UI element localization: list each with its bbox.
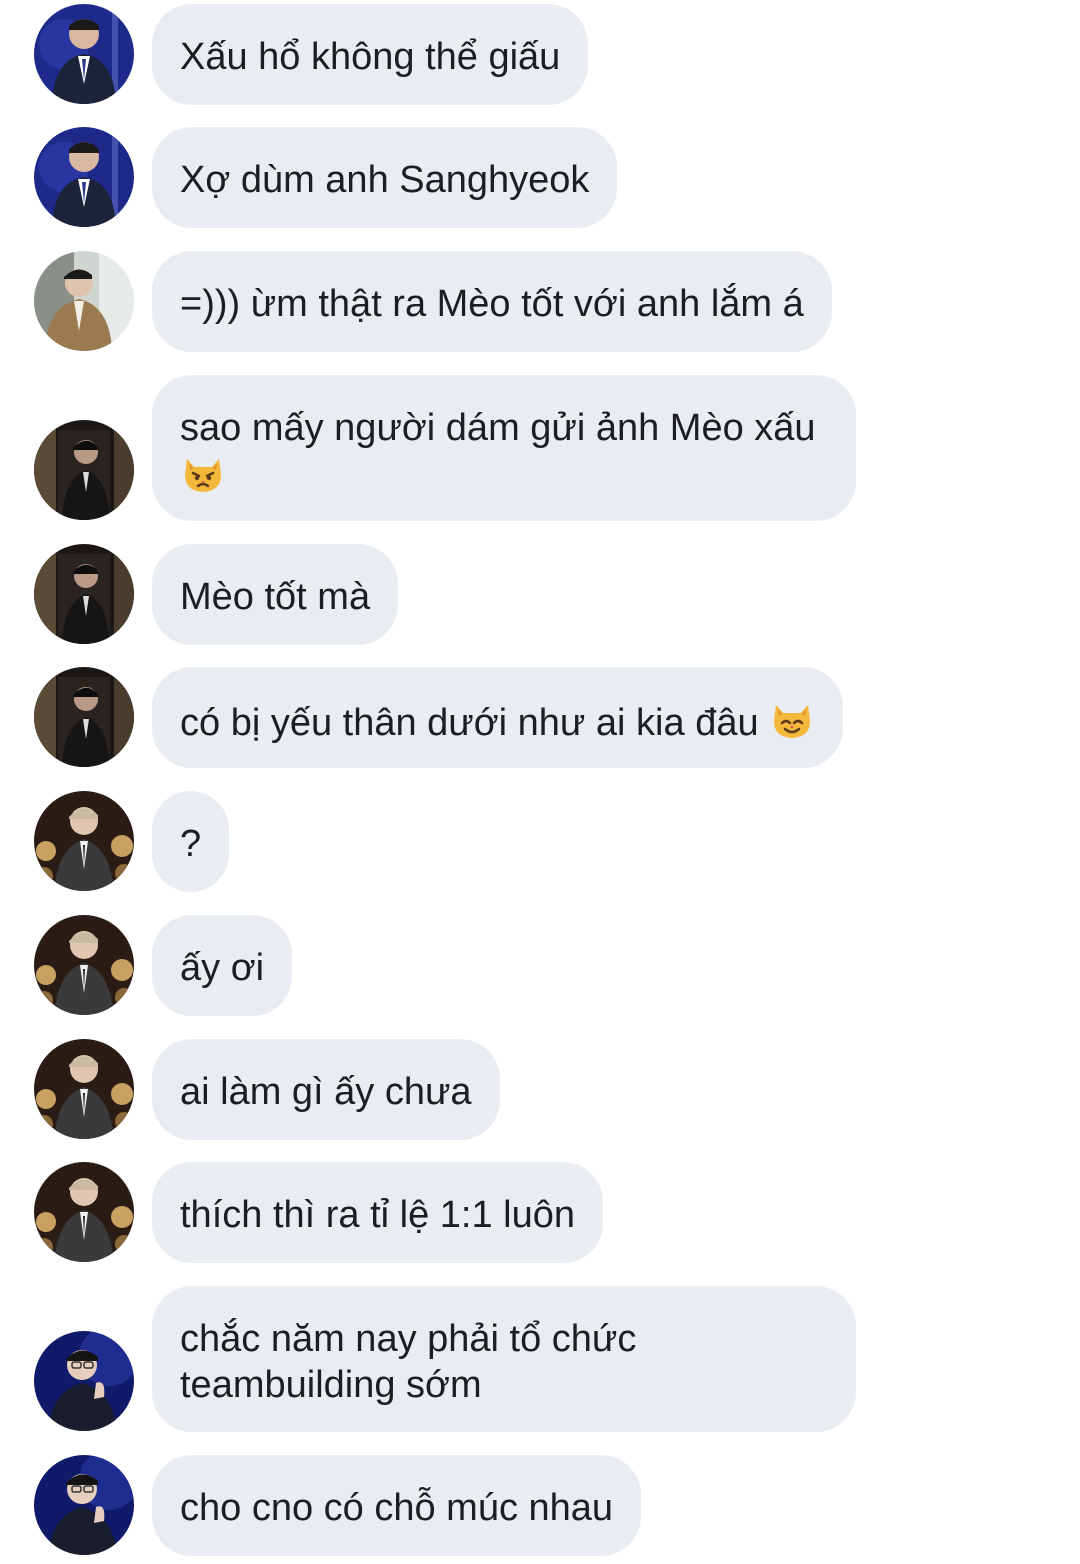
message-bubble[interactable]: Xợ dùm anh Sanghyeok xyxy=(152,127,618,228)
message-bubble[interactable]: chắc năm nay phải tổ chức teambuilding s… xyxy=(152,1286,856,1432)
avatar[interactable] xyxy=(34,1331,134,1431)
message-text: sao mấy người dám gửi ảnh Mèo xấu xyxy=(180,407,816,449)
avatar[interactable] xyxy=(34,1162,134,1262)
avatar[interactable] xyxy=(34,915,134,1015)
avatar[interactable] xyxy=(34,4,134,104)
message-text: ai làm gì ấy chưa xyxy=(180,1071,472,1113)
message-text: thích thì ra tỉ lệ 1:1 luôn xyxy=(180,1194,576,1236)
message-text: chắc năm nay phải tổ chức teambuilding s… xyxy=(180,1318,637,1406)
avatar[interactable] xyxy=(34,420,134,520)
message-text: Mèo tốt mà xyxy=(180,576,371,618)
message-bubble[interactable]: =))) ừm thật ra Mèo tốt với anh lắm á xyxy=(152,251,832,352)
message-text: ? xyxy=(180,823,202,865)
message-bubble[interactable]: ? xyxy=(152,791,230,892)
message-bubble[interactable]: ấy ơi xyxy=(152,915,293,1016)
message-bubble[interactable]: cho cno có chỗ múc nhau xyxy=(152,1455,642,1556)
pouting-cat-icon xyxy=(180,451,226,497)
message-bubble[interactable]: sao mấy người dám gửi ảnh Mèo xấu xyxy=(152,375,856,521)
message-bubble[interactable]: có bị yếu thân dưới như ai kia đâu xyxy=(152,667,844,768)
message-bubble[interactable]: Mèo tốt mà xyxy=(152,544,399,645)
message-text: Xợ dùm anh Sanghyeok xyxy=(180,159,590,201)
smiling-cat-icon xyxy=(769,697,815,743)
avatar[interactable] xyxy=(34,1039,134,1139)
avatar[interactable] xyxy=(34,667,134,767)
message-bubble[interactable]: Xấu hổ không thể giấu xyxy=(152,4,589,105)
avatar[interactable] xyxy=(34,127,134,227)
message-bubble[interactable]: ai làm gì ấy chưa xyxy=(152,1039,500,1140)
message-bubble[interactable]: thích thì ra tỉ lệ 1:1 luôn xyxy=(152,1162,604,1263)
message-text: Xấu hổ không thể giấu xyxy=(180,36,561,78)
message-text: có bị yếu thân dưới như ai kia đâu xyxy=(180,702,759,744)
message-text: =))) ừm thật ra Mèo tốt với anh lắm á xyxy=(180,283,804,325)
avatar[interactable] xyxy=(34,791,134,891)
avatar[interactable] xyxy=(34,544,134,644)
avatar[interactable] xyxy=(34,251,134,351)
avatar[interactable] xyxy=(34,1455,134,1555)
message-text: ấy ơi xyxy=(180,947,265,989)
message-text: cho cno có chỗ múc nhau xyxy=(180,1487,614,1529)
